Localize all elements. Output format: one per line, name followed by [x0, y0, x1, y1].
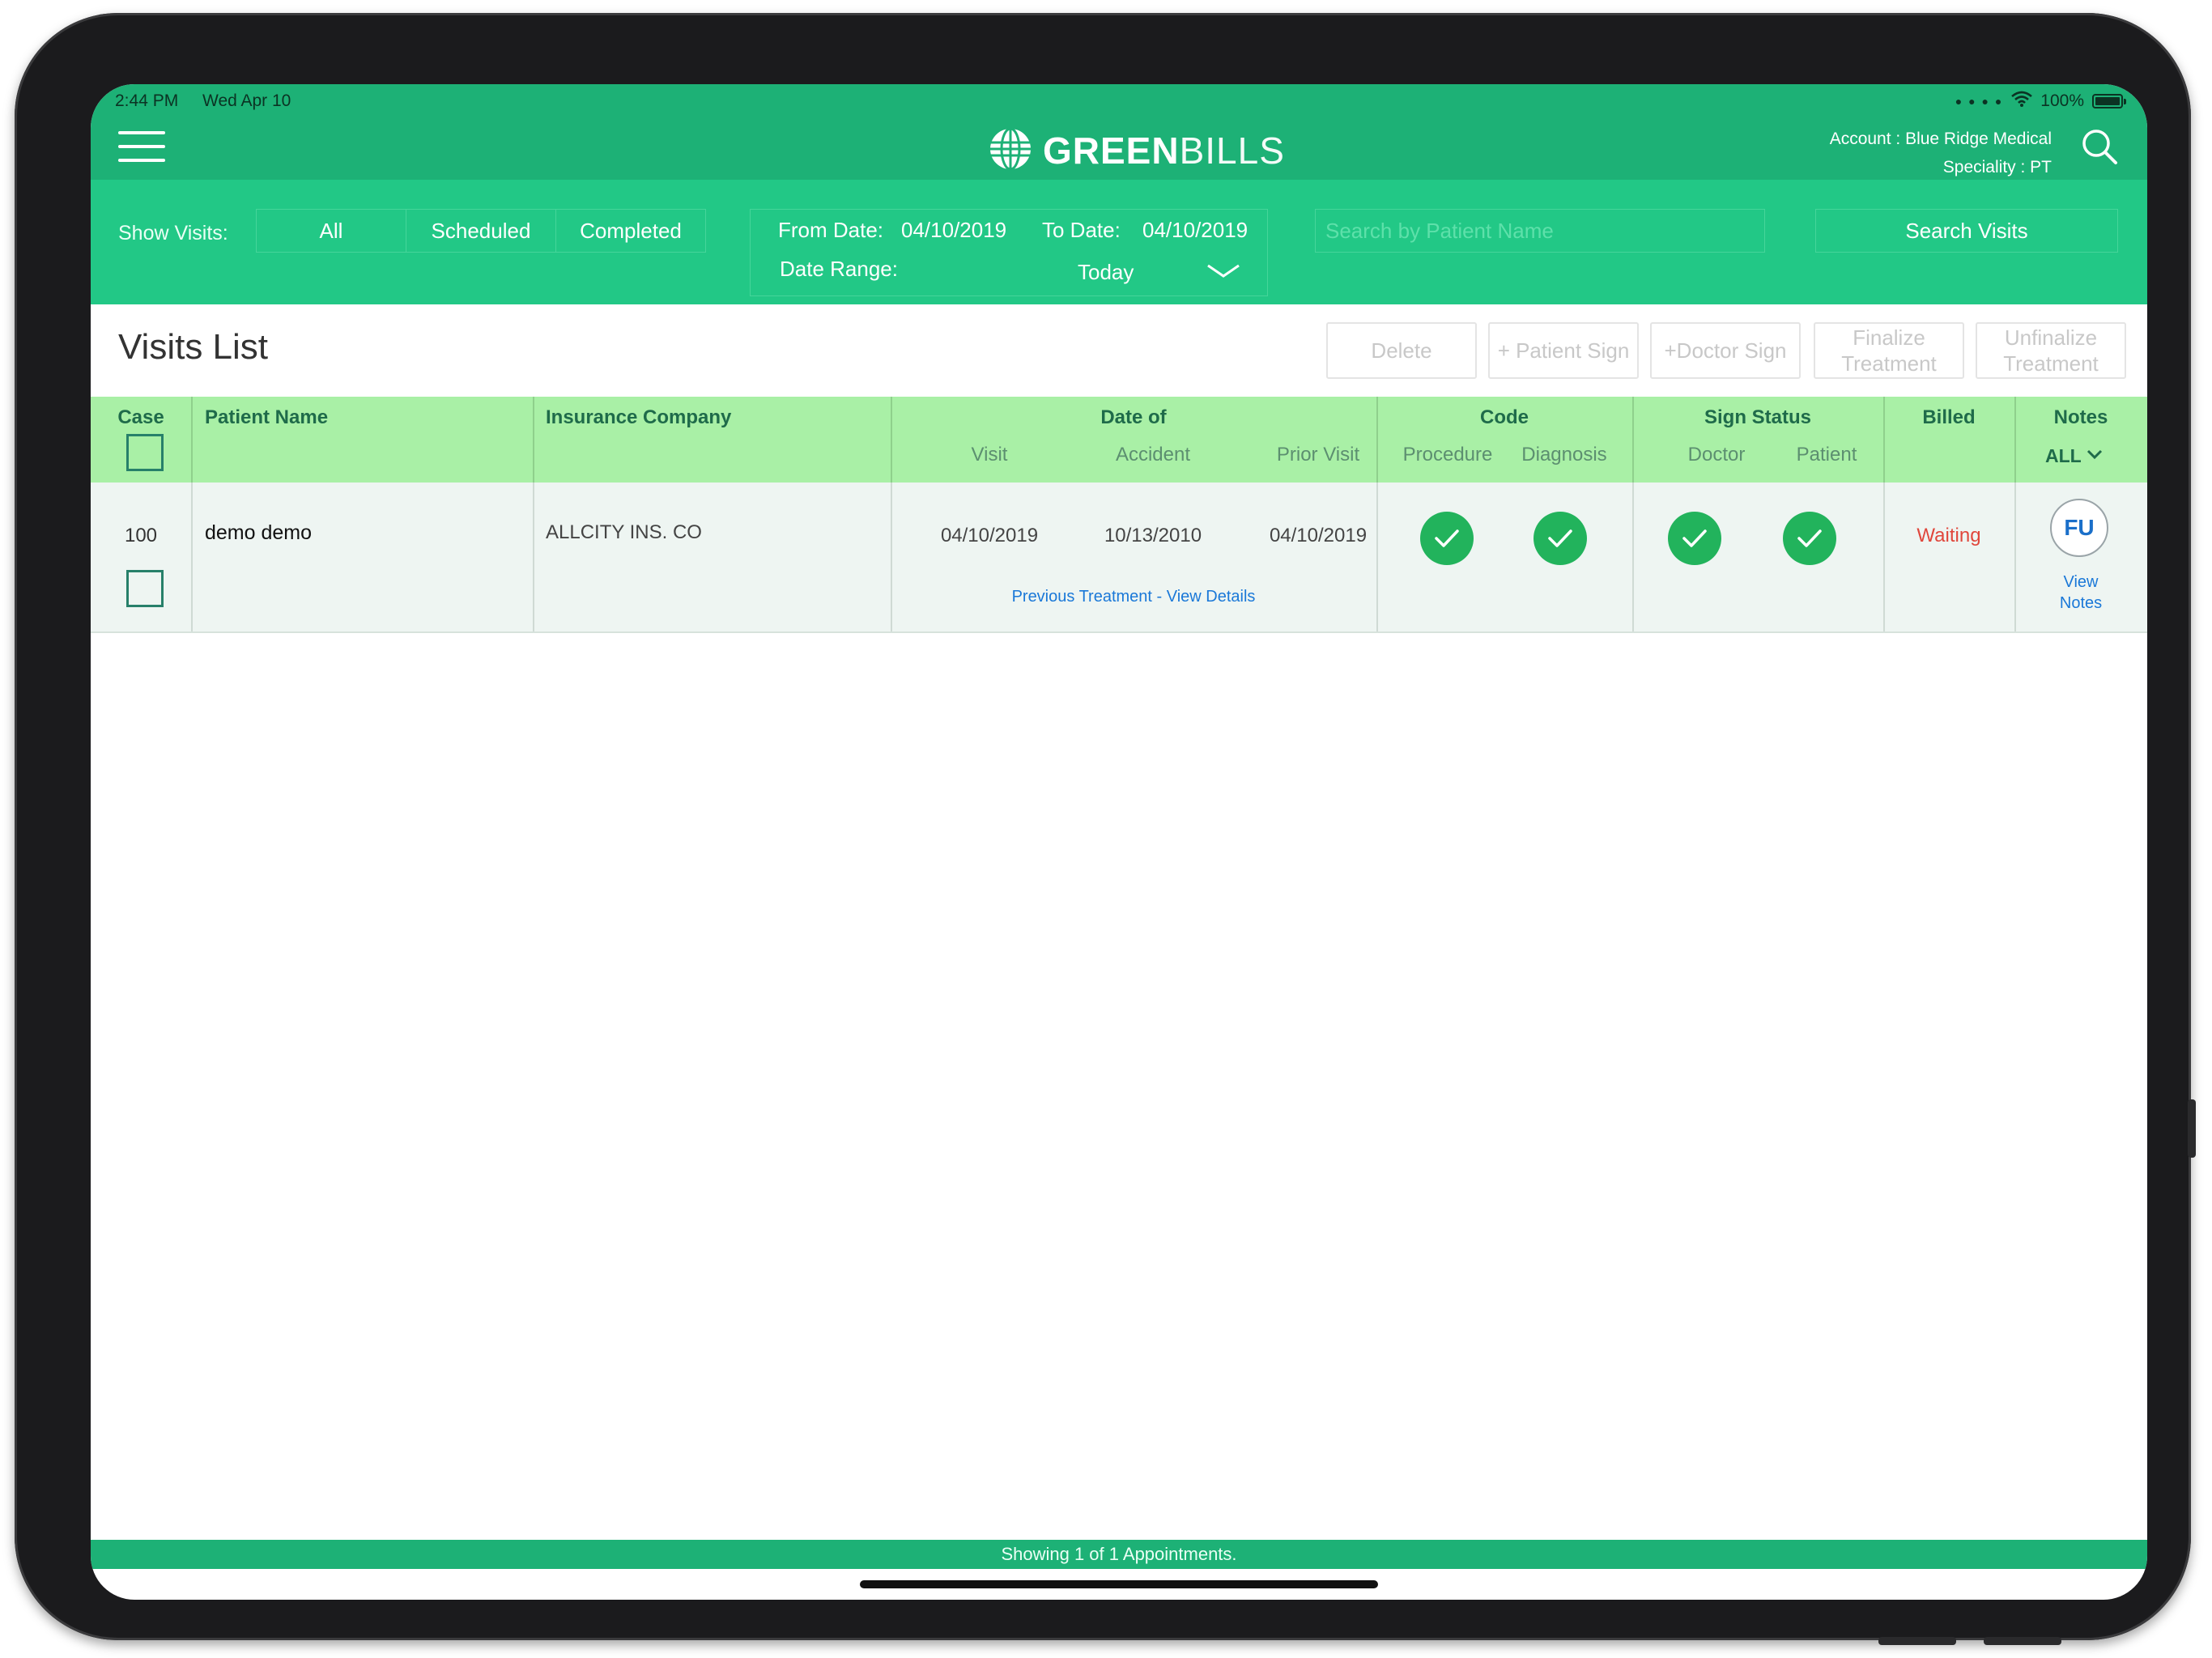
menu-line — [118, 131, 165, 134]
header-code: Code — [1480, 406, 1529, 428]
column-divider — [191, 483, 193, 631]
accident-date: 10/13/2010 — [1104, 525, 1202, 546]
billed-status: Waiting — [1916, 525, 1981, 546]
column-divider — [533, 483, 534, 631]
account-info: Account : Blue Ridge Medical Speciality … — [1830, 125, 2052, 181]
header-date-of: Date of — [1100, 406, 1167, 428]
date-filter: From Date: 04/10/2019 To Date: 04/10/201… — [750, 209, 1268, 296]
battery-icon — [2092, 94, 2126, 108]
column-divider — [533, 397, 534, 483]
prior-visit-date: 04/10/2019 — [1269, 525, 1368, 546]
volume-button — [1984, 1637, 2061, 1645]
notes-filter-dropdown[interactable]: ALL — [2045, 445, 2103, 467]
unfinalize-line: Unfinalize — [2004, 325, 2098, 350]
volume-button — [1878, 1637, 1956, 1645]
case-number: 100 — [124, 525, 158, 546]
globe-icon — [988, 126, 1033, 176]
chevron-down-icon — [2087, 449, 2103, 464]
filter-all-button[interactable]: All — [256, 209, 406, 253]
column-divider — [891, 483, 892, 631]
patient-name[interactable]: demo demo — [205, 521, 312, 545]
insurance-company: ALLCITY INS. CO — [546, 521, 702, 543]
procedure-check-icon — [1420, 512, 1474, 565]
brand-bold: GREEN — [1043, 130, 1180, 172]
notes-filter-value: ALL — [2045, 445, 2082, 466]
header-billed: Billed — [1922, 406, 1976, 428]
date-range-select[interactable]: Today — [1078, 260, 1134, 285]
to-date-label: To Date: — [1042, 218, 1121, 242]
status-time: 2:44 PM — [115, 91, 179, 110]
doctor-sign-check-icon — [1668, 512, 1721, 565]
header-patient-name: Patient Name — [205, 406, 329, 428]
patient-search-input[interactable] — [1315, 209, 1765, 253]
finalize-line: Finalize — [1853, 325, 1925, 350]
to-date-value[interactable]: 04/10/2019 — [1142, 218, 1248, 243]
select-all-checkbox[interactable] — [126, 434, 164, 471]
show-visits-label: Show Visits: — [118, 222, 228, 244]
header-prior-visit-date: Prior Visit — [1276, 444, 1360, 466]
header-insurance-company: Insurance Company — [546, 406, 732, 428]
finalize-treatment-button[interactable]: Finalize Treatment — [1814, 322, 1964, 379]
appointments-summary: Showing 1 of 1 Appointments. — [91, 1540, 2147, 1569]
diagnosis-check-icon — [1534, 512, 1587, 565]
brand-light: BILLS — [1179, 130, 1285, 172]
header-doctor: Doctor — [1687, 444, 1746, 466]
status-indicators: ● ● ● ● 100% — [1955, 91, 2126, 112]
unfinalize-treatment-button[interactable]: Unfinalize Treatment — [1976, 322, 2126, 379]
header-visit-date: Visit — [971, 444, 1008, 466]
column-divider — [1632, 483, 1634, 631]
filter-bar: Show Visits: All Scheduled Completed Fro… — [91, 180, 2147, 304]
date-range-label: Date Range: — [780, 257, 898, 281]
column-divider — [1883, 483, 1885, 631]
app-header: 2:44 PM Wed Apr 10 ● ● ● ● 100% GREENBIL… — [91, 84, 2147, 180]
patient-sign-check-icon — [1783, 512, 1836, 565]
column-divider — [191, 397, 193, 483]
battery-percent: 100% — [2040, 91, 2084, 110]
column-divider — [1376, 483, 1378, 631]
patient-sign-button[interactable]: + Patient Sign — [1488, 322, 1639, 379]
from-date-value[interactable]: 04/10/2019 — [901, 218, 1006, 243]
header-procedure: Procedure — [1402, 444, 1493, 466]
previous-treatment-link[interactable]: Previous Treatment - View Details — [891, 588, 1376, 606]
brand-logo: GREENBILLS — [988, 126, 1285, 175]
speciality: Speciality : PT — [1942, 158, 2052, 176]
search-visits-button[interactable]: Search Visits — [1815, 209, 2118, 253]
header-diagnosis: Diagnosis — [1521, 444, 1607, 466]
delete-button[interactable]: Delete — [1326, 322, 1477, 379]
view-notes-link[interactable]: View Notes — [2014, 572, 2147, 614]
menu-button[interactable] — [118, 131, 165, 162]
menu-line — [118, 145, 165, 148]
unfinalize-line: Treatment — [2003, 351, 2099, 376]
table-row[interactable]: 100 demo demo ALLCITY INS. CO 04/10/2019… — [91, 483, 2147, 633]
doctor-sign-button[interactable]: +Doctor Sign — [1650, 322, 1801, 379]
row-select-checkbox[interactable] — [126, 570, 164, 607]
view-notes-line: View — [2063, 573, 2099, 591]
tablet-frame: 2:44 PM Wed Apr 10 ● ● ● ● 100% GREENBIL… — [15, 13, 2196, 1645]
finalize-line: Treatment — [1841, 351, 1937, 376]
table-header: Case Patient Name Insurance Company Date… — [91, 397, 2147, 483]
filter-completed-button[interactable]: Completed — [555, 209, 706, 253]
from-date-label: From Date: — [778, 218, 884, 242]
menu-line — [118, 159, 165, 162]
header-case: Case — [117, 406, 164, 428]
account-name: Account : Blue Ridge Medical — [1829, 130, 2052, 148]
header-patient: Patient — [1796, 444, 1857, 466]
wifi-icon — [2011, 91, 2033, 112]
follow-up-badge[interactable]: FU — [2050, 499, 2108, 557]
header-sign-status: Sign Status — [1704, 406, 1811, 428]
status-date: Wed Apr 10 — [202, 91, 291, 110]
visit-date: 04/10/2019 — [940, 525, 1039, 546]
chevron-down-icon[interactable] — [1206, 261, 1241, 287]
signal-icon: ● ● ● ● — [1955, 95, 2004, 108]
filter-scheduled-button[interactable]: Scheduled — [406, 209, 556, 253]
view-notes-line: Notes — [2059, 594, 2103, 612]
side-button — [2188, 1099, 2196, 1158]
brand-name: GREENBILLS — [1043, 129, 1285, 172]
search-icon[interactable] — [2081, 128, 2118, 169]
header-accident-date: Accident — [1115, 444, 1191, 466]
header-notes: Notes — [2053, 406, 2108, 428]
page-title: Visits List — [118, 327, 269, 367]
home-indicator[interactable] — [860, 1580, 1378, 1588]
app-screen: 2:44 PM Wed Apr 10 ● ● ● ● 100% GREENBIL… — [91, 84, 2147, 1600]
